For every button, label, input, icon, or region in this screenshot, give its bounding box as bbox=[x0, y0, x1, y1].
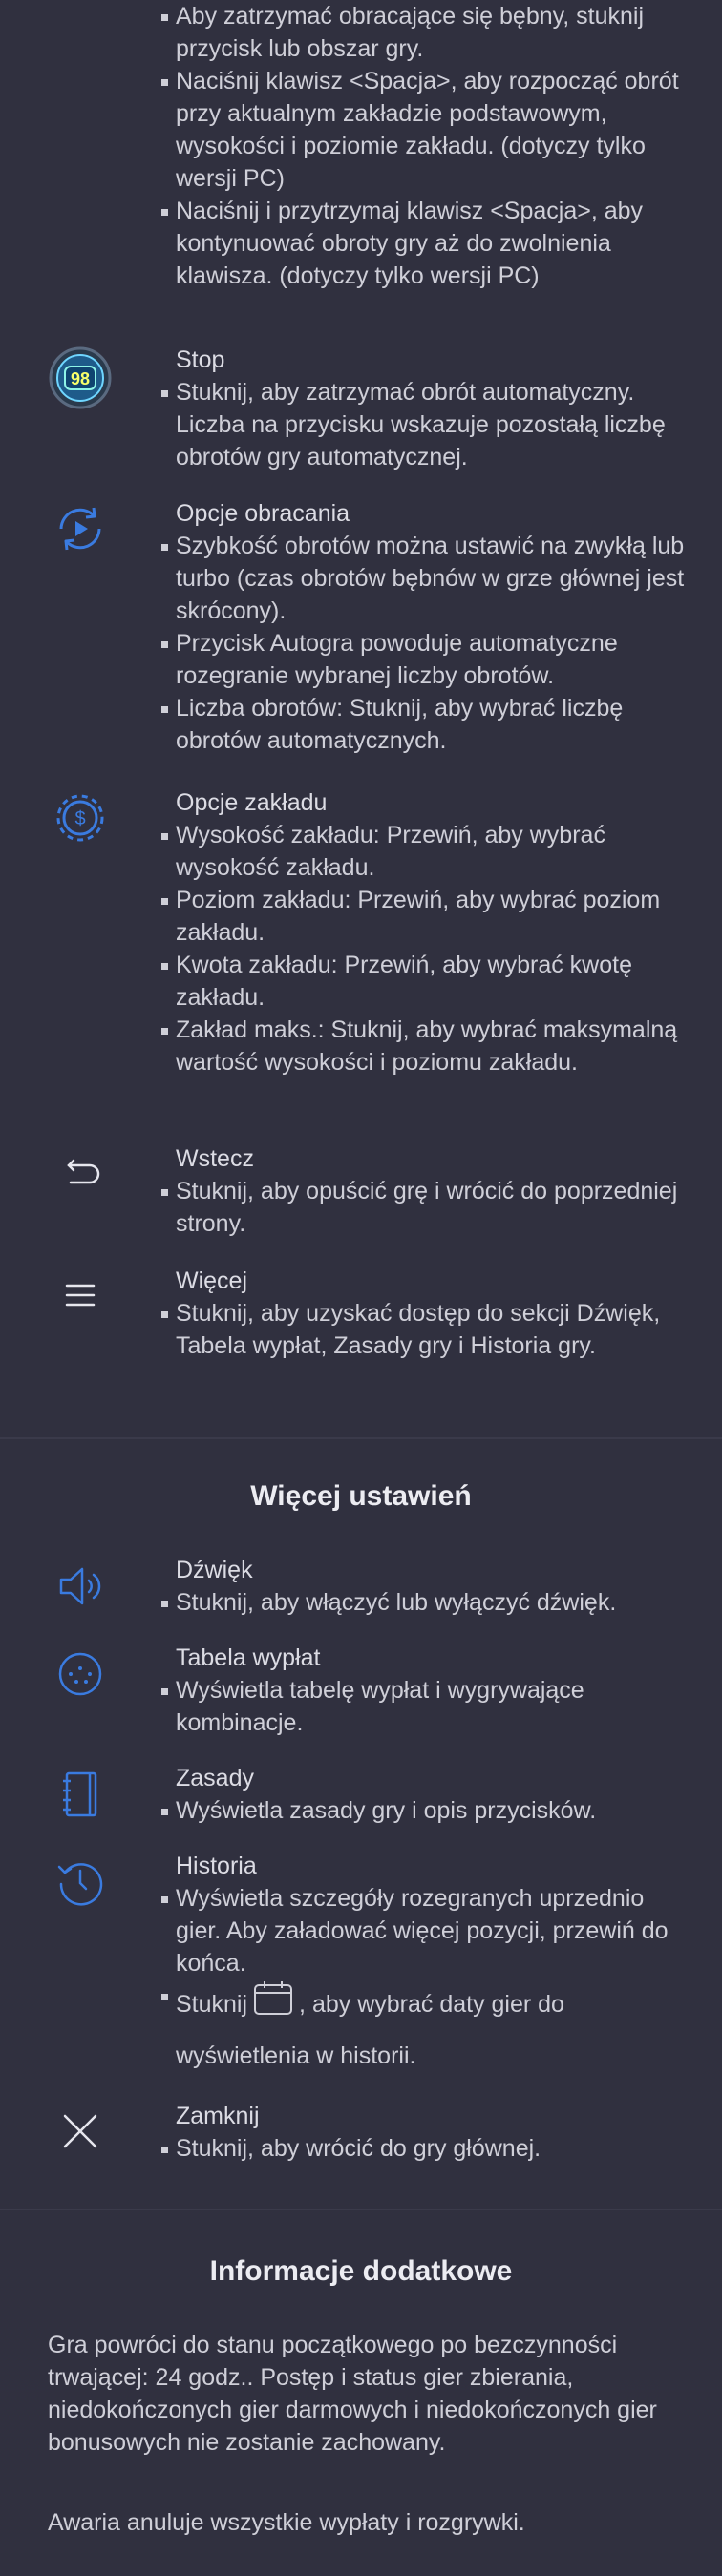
list-item: Poziom zakładu: Przewiń, aby wybrać pozi… bbox=[161, 884, 691, 949]
rules-section: Zasady Wyświetla zasady gry i opis przyc… bbox=[161, 1762, 691, 1827]
bet-options-icon: $ bbox=[48, 785, 113, 850]
spin-options-section: Opcje obracania Szybkość obrotów można u… bbox=[161, 497, 691, 757]
paytable-icon bbox=[48, 1642, 113, 1707]
list-item: Kwota zakładu: Przewiń, aby wybrać kwotę… bbox=[161, 949, 691, 1014]
stop-icon: 98 bbox=[48, 346, 113, 410]
section-title: Opcje zakładu bbox=[176, 789, 328, 816]
paytable-section: Tabela wypłat Wyświetla tabelę wypłat i … bbox=[161, 1642, 691, 1739]
list-item: Stuknij, aby wrócić do gry głównej. bbox=[161, 2132, 691, 2165]
history-section: Historia Wyświetla szczegóły rozegranych… bbox=[161, 1850, 691, 2080]
help-page: Aby zatrzymać obracające się bębny, stuk… bbox=[0, 0, 722, 2576]
section-title: Opcje obracania bbox=[176, 500, 350, 527]
section-title: Tabela wypłat bbox=[176, 1644, 321, 1671]
sound-section: Dźwięk Stuknij, aby włączyć lub wyłączyć… bbox=[161, 1554, 691, 1619]
section-divider bbox=[0, 2209, 722, 2210]
back-icon bbox=[48, 1141, 113, 1205]
list-item: Naciśnij klawisz <Spacja>, aby rozpocząć… bbox=[161, 65, 691, 195]
list-item: Stuknij, aby uzyskać dostęp do sekcji Dź… bbox=[161, 1297, 691, 1362]
list-item: Aby zatrzymać obracające się bębny, stuk… bbox=[161, 0, 691, 65]
history-clock-icon bbox=[48, 1850, 113, 1915]
list-item: Zakład maks.: Stuknij, aby wybrać maksym… bbox=[161, 1014, 691, 1079]
spin-options-icon bbox=[48, 496, 113, 561]
list-item: Naciśnij i przytrzymaj klawisz <Spacja>,… bbox=[161, 195, 691, 292]
list-item: Liczba obrotów: Stuknij, aby wybrać licz… bbox=[161, 692, 691, 757]
rules-book-icon bbox=[48, 1762, 113, 1827]
section-title: Zasady bbox=[176, 1765, 254, 1791]
stop-count-badge: 98 bbox=[71, 369, 90, 388]
list-item-calendar: Stuknij, aby wybrać daty gier do wyświet… bbox=[161, 1979, 691, 2080]
menu-icon bbox=[48, 1263, 113, 1328]
more-section: Więcej Stuknij, aby uzyskać dostęp do se… bbox=[161, 1265, 691, 1362]
section-title: Historia bbox=[176, 1853, 257, 1879]
list-item: Przycisk Autogra powoduje automatyczne r… bbox=[161, 627, 691, 692]
svg-text:$: $ bbox=[74, 808, 85, 829]
back-section: Wstecz Stuknij, aby opuścić grę i wrócić… bbox=[161, 1142, 691, 1240]
calendar-icon bbox=[253, 1979, 293, 2032]
autoplay-hints: Aby zatrzymać obracające się bębny, stuk… bbox=[161, 0, 691, 292]
section-title: Wstecz bbox=[176, 1145, 254, 1172]
section-title: Stop bbox=[176, 346, 225, 373]
list-item: Wysokość zakładu: Przewiń, aby wybrać wy… bbox=[161, 819, 691, 884]
section-title: Zamknij bbox=[176, 2103, 260, 2129]
calendar-hint-before: Stuknij bbox=[176, 1991, 248, 2019]
list-item: Stuknij, aby opuścić grę i wrócić do pop… bbox=[161, 1175, 691, 1240]
list-item: Wyświetla zasady gry i opis przycisków. bbox=[161, 1794, 691, 1827]
list-item: Szybkość obrotów można ustawić na zwykłą… bbox=[161, 530, 691, 627]
section-title: Więcej bbox=[176, 1267, 248, 1294]
bet-options-section: Opcje zakładu Wysokość zakładu: Przewiń,… bbox=[161, 786, 691, 1079]
section-divider bbox=[0, 1437, 722, 1439]
section-title: Dźwięk bbox=[176, 1557, 253, 1583]
list-item: Stuknij, aby zatrzymać obrót automatyczn… bbox=[161, 376, 691, 473]
stop-section: Stop Stuknij, aby zatrzymać obrót automa… bbox=[161, 344, 691, 473]
close-section: Zamknij Stuknij, aby wrócić do gry główn… bbox=[161, 2100, 691, 2165]
sound-icon bbox=[48, 1554, 113, 1619]
more-settings-heading: Więcej ustawień bbox=[250, 1480, 472, 1512]
close-icon bbox=[48, 2099, 113, 2164]
list-item: Stuknij, aby włączyć lub wyłączyć dźwięk… bbox=[161, 1586, 691, 1619]
additional-info-paragraph: Awaria anuluje wszystkie wypłaty i rozgr… bbox=[48, 2509, 525, 2536]
additional-info-heading: Informacje dodatkowe bbox=[209, 2255, 513, 2287]
additional-info-paragraph: Gra powróci do stanu początkowego po bez… bbox=[48, 2332, 657, 2456]
list-item: Wyświetla szczegóły rozegranych uprzedni… bbox=[161, 1882, 691, 1979]
list-item: Wyświetla tabelę wypłat i wygrywające ko… bbox=[161, 1674, 691, 1739]
